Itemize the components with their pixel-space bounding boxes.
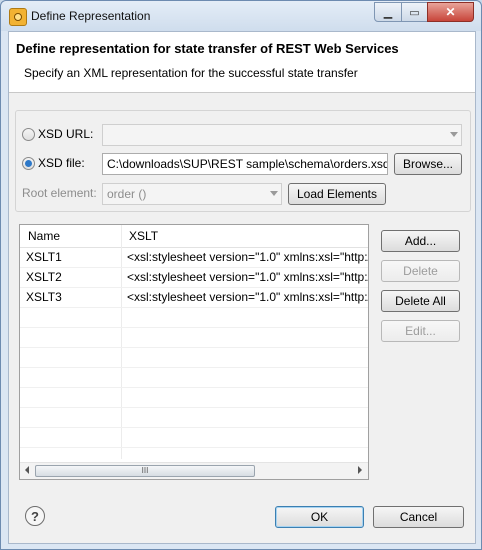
row-name-cell: XSLT2 xyxy=(26,270,62,284)
chevron-down-icon xyxy=(450,132,458,137)
root-element-combo[interactable]: order () xyxy=(102,183,282,205)
title-bar[interactable]: Define Representation ▁ ▭ ✕ xyxy=(1,1,481,31)
root-element-label: Root element: xyxy=(22,186,97,200)
minimize-button[interactable]: ▁ xyxy=(374,2,402,22)
load-elements-button[interactable]: Load Elements xyxy=(288,183,386,205)
root-element-value: order () xyxy=(107,187,147,201)
maximize-button[interactable]: ▭ xyxy=(401,2,428,22)
xsd-file-input[interactable]: C:\downloads\SUP\REST sample\schema\orde… xyxy=(102,153,388,175)
table-row[interactable]: XSLT1 <xsl:stylesheet version="1.0" xmln… xyxy=(20,248,368,268)
xsd-file-label: XSD file: xyxy=(38,156,85,170)
header-title: Define representation for state transfer… xyxy=(16,41,399,56)
xsd-file-value: C:\downloads\SUP\REST sample\schema\orde… xyxy=(107,157,388,171)
app-icon xyxy=(9,8,27,26)
dialog-window: Define Representation ▁ ▭ ✕ Define repre… xyxy=(0,0,482,550)
window-title: Define Representation xyxy=(31,9,151,23)
horizontal-scrollbar[interactable]: III xyxy=(20,462,368,479)
ok-button[interactable]: OK xyxy=(275,506,364,528)
grip-icon: III xyxy=(141,466,149,475)
scroll-left-icon[interactable] xyxy=(25,466,29,474)
scroll-right-icon[interactable] xyxy=(358,466,362,474)
close-button[interactable]: ✕ xyxy=(427,2,474,22)
empty-row xyxy=(20,348,368,368)
cancel-button[interactable]: Cancel xyxy=(373,506,464,528)
help-icon[interactable]: ? xyxy=(25,506,45,526)
column-header-name[interactable]: Name xyxy=(20,225,121,247)
dialog-client-area: Define representation for state transfer… xyxy=(8,31,476,544)
maximize-icon: ▭ xyxy=(409,6,420,19)
column-header-xslt[interactable]: XSLT xyxy=(121,225,368,247)
edit-button[interactable]: Edit... xyxy=(381,320,460,342)
xsd-url-radio[interactable] xyxy=(22,128,35,141)
table-row[interactable]: XSLT3 <xsl:stylesheet version="1.0" xmln… xyxy=(20,288,368,308)
empty-row xyxy=(20,428,368,448)
empty-row xyxy=(20,388,368,408)
empty-row xyxy=(20,368,368,388)
xsd-file-radio[interactable] xyxy=(22,157,35,170)
browse-button[interactable]: Browse... xyxy=(394,153,462,175)
empty-row xyxy=(20,328,368,348)
row-xslt-cell: <xsl:stylesheet version="1.0" xmlns:xsl=… xyxy=(127,250,368,264)
xsd-url-combo[interactable] xyxy=(102,124,462,146)
row-xslt-cell: <xsl:stylesheet version="1.0" xmlns:xsl=… xyxy=(127,270,368,284)
empty-row xyxy=(20,408,368,428)
delete-button[interactable]: Delete xyxy=(381,260,460,282)
minimize-icon: ▁ xyxy=(383,6,393,19)
schema-source-group: XSD URL: XSD file: C:\downloads\SUP\REST… xyxy=(15,110,471,212)
xslt-table[interactable]: Name XSLT XSLT1 <xsl:stylesheet version=… xyxy=(19,224,369,480)
close-icon: ✕ xyxy=(445,5,456,19)
table-header: Name XSLT xyxy=(20,225,368,248)
row-xslt-cell: <xsl:stylesheet version="1.0" xmlns:xsl=… xyxy=(127,290,368,304)
delete-all-button[interactable]: Delete All xyxy=(381,290,460,312)
scrollbar-thumb[interactable]: III xyxy=(35,465,255,477)
header-subtitle: Specify an XML representation for the su… xyxy=(24,66,358,80)
empty-row xyxy=(20,308,368,328)
add-button[interactable]: Add... xyxy=(381,230,460,252)
xsd-url-label: XSD URL: xyxy=(38,127,94,141)
row-name-cell: XSLT3 xyxy=(26,290,62,304)
table-row[interactable]: XSLT2 <xsl:stylesheet version="1.0" xmln… xyxy=(20,268,368,288)
row-name-cell: XSLT1 xyxy=(26,250,62,264)
chevron-down-icon xyxy=(270,191,278,196)
dialog-header: Define representation for state transfer… xyxy=(9,32,475,93)
